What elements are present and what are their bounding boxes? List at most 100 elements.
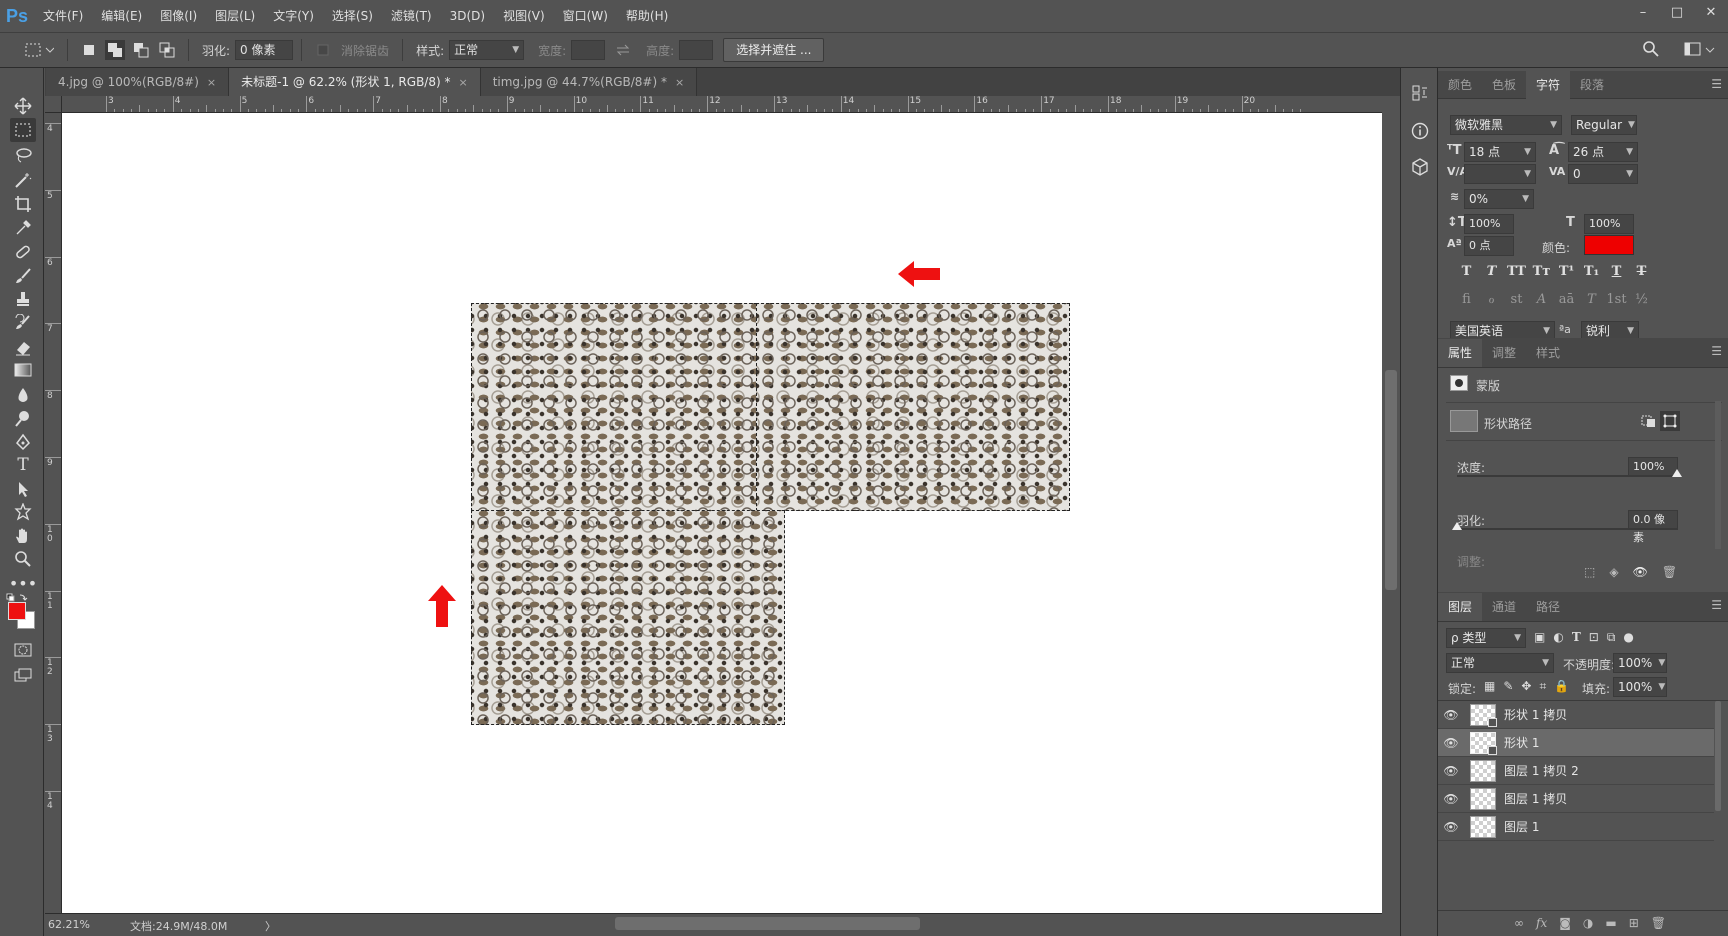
eye-icon[interactable]: 👁 bbox=[1438, 708, 1464, 722]
smart-object-filter-icon[interactable]: ⧉ bbox=[1607, 630, 1616, 645]
gradient-tool-icon[interactable] bbox=[10, 358, 36, 382]
trash-icon[interactable]: 🗑 bbox=[1662, 565, 1677, 579]
pen-tool-icon[interactable] bbox=[10, 430, 36, 454]
contextual-alternates-icon[interactable]: ℴ bbox=[1481, 292, 1502, 307]
pattern-tile-bottom[interactable] bbox=[471, 510, 785, 725]
blend-mode-select[interactable]: 正常 ▼ bbox=[1446, 653, 1554, 673]
menu-image[interactable]: 图像(I) bbox=[151, 0, 206, 32]
clone-stamp-tool-icon[interactable] bbox=[10, 287, 36, 311]
ligature-icon[interactable]: fi bbox=[1456, 292, 1477, 307]
lasso-tool-icon[interactable] bbox=[10, 143, 36, 167]
path-selection-tool-icon[interactable] bbox=[10, 477, 36, 501]
filter-toggle-icon[interactable]: ● bbox=[1623, 630, 1633, 645]
healing-brush-tool-icon[interactable] bbox=[10, 240, 36, 264]
swap-dimensions-icon[interactable] bbox=[613, 40, 633, 60]
marquee-preset-icon[interactable] bbox=[22, 40, 56, 60]
titling-alternates-icon[interactable]: T bbox=[1581, 292, 1602, 307]
small-caps-icon[interactable]: Tт bbox=[1531, 264, 1552, 279]
leading-select[interactable]: 26 点 ▼ bbox=[1568, 142, 1638, 162]
lock-transparent-icon[interactable]: ▦ bbox=[1484, 679, 1495, 694]
menu-layer[interactable]: 图层(L) bbox=[206, 0, 264, 32]
density-slider-knob[interactable] bbox=[1672, 469, 1682, 477]
feather-input[interactable]: 0 像素 bbox=[235, 40, 294, 60]
move-tool-icon[interactable] bbox=[10, 94, 36, 118]
tab-paths[interactable]: 路径 bbox=[1526, 593, 1570, 621]
layers-scrollbar[interactable] bbox=[1715, 701, 1721, 811]
height-input[interactable] bbox=[679, 40, 714, 60]
workspace-icon[interactable] bbox=[1684, 40, 1718, 61]
layer-row-selected[interactable]: 👁 形状 1 bbox=[1438, 729, 1714, 757]
eyedropper-tool-icon[interactable] bbox=[10, 216, 36, 240]
doc-tab-active[interactable]: 未标题-1 @ 62.2% (形状 1, RGB/8) * × bbox=[229, 68, 481, 96]
new-selection-icon[interactable] bbox=[79, 40, 99, 60]
eye-icon[interactable]: 👁 bbox=[1438, 736, 1464, 750]
new-layer-icon[interactable]: ⊞ bbox=[1629, 916, 1639, 930]
lock-all-icon[interactable]: 🔒 bbox=[1554, 679, 1569, 694]
layer-row[interactable]: 👁 图层 1 bbox=[1438, 813, 1714, 841]
menu-select[interactable]: 选择(S) bbox=[323, 0, 382, 32]
status-menu-arrow[interactable]: 〉 bbox=[265, 918, 276, 934]
tab-swatches[interactable]: 色板 bbox=[1482, 71, 1526, 99]
maximize-button[interactable]: □ bbox=[1660, 0, 1694, 24]
vertical-scrollbar-thumb[interactable] bbox=[1385, 370, 1397, 590]
mask-icon[interactable]: ◙ bbox=[1559, 916, 1571, 930]
screen-mode-icon[interactable] bbox=[10, 663, 36, 687]
close-button[interactable]: ✕ bbox=[1694, 0, 1728, 24]
folder-icon[interactable]: ▬ bbox=[1605, 916, 1616, 930]
history-panel-icon[interactable] bbox=[1409, 82, 1431, 104]
fractions-icon[interactable]: ½ bbox=[1631, 292, 1652, 307]
proportional-spacing-select[interactable]: 0% ▼ bbox=[1464, 189, 1534, 209]
adjustment-icon[interactable]: ◑ bbox=[1583, 916, 1593, 930]
superscript-icon[interactable]: T¹ bbox=[1556, 264, 1577, 279]
properties-scrollbar[interactable] bbox=[1715, 401, 1721, 549]
search-icon[interactable] bbox=[1642, 40, 1660, 61]
menu-window[interactable]: 窗口(W) bbox=[554, 0, 617, 32]
feather-property-input[interactable]: 0.0 像素 bbox=[1628, 510, 1678, 544]
feather-slider[interactable] bbox=[1457, 528, 1677, 530]
style-select[interactable]: 正常 ▼ bbox=[449, 40, 525, 60]
adjustment-filter-icon[interactable]: ◐ bbox=[1553, 630, 1563, 645]
eye-icon[interactable]: 👁 bbox=[1438, 820, 1464, 834]
panel-menu-icon[interactable]: ☰ bbox=[1711, 77, 1722, 91]
antialias-checkbox[interactable] bbox=[313, 40, 333, 60]
text-color-swatch[interactable] bbox=[1584, 235, 1634, 255]
lock-artboard-icon[interactable]: ⌗ bbox=[1539, 679, 1546, 694]
brush-tool-icon[interactable] bbox=[10, 264, 36, 288]
tab-color[interactable]: 颜色 bbox=[1438, 71, 1482, 99]
hand-tool-icon[interactable] bbox=[10, 524, 36, 548]
shape-filter-icon[interactable]: ⊡ bbox=[1589, 630, 1599, 645]
select-and-mask-button[interactable]: 选择并遮住 ... bbox=[723, 38, 825, 62]
font-family-select[interactable]: 微软雅黑 ▼ bbox=[1450, 115, 1562, 135]
doc-tab[interactable]: timg.jpg @ 44.7%(RGB/8#) * × bbox=[480, 68, 698, 96]
minimize-button[interactable]: – bbox=[1626, 0, 1660, 24]
add-selection-icon[interactable] bbox=[105, 40, 125, 60]
horizontal-scrollbar-thumb[interactable] bbox=[615, 917, 920, 930]
magic-wand-tool-icon[interactable] bbox=[10, 168, 36, 192]
tab-styles[interactable]: 样式 bbox=[1526, 339, 1570, 367]
ordinals-icon[interactable]: 1st bbox=[1606, 292, 1627, 307]
foreground-color-swatch[interactable] bbox=[8, 602, 26, 620]
font-style-select[interactable]: Regular ▼ bbox=[1571, 115, 1637, 135]
doc-tab[interactable]: 4.jpg @ 100%(RGB/8#) × bbox=[46, 68, 230, 96]
type-filter-icon[interactable]: T bbox=[1572, 630, 1581, 645]
fx-icon[interactable]: fx bbox=[1536, 916, 1547, 930]
tab-paragraph[interactable]: 段落 bbox=[1570, 71, 1614, 99]
menu-file[interactable]: 文件(F) bbox=[34, 0, 92, 32]
lock-pixels-icon[interactable]: ✎ bbox=[1503, 679, 1513, 694]
type-tool-icon[interactable]: T bbox=[10, 453, 36, 477]
tab-layers[interactable]: 图层 bbox=[1438, 592, 1483, 621]
opacity-select[interactable]: 100% ▼ bbox=[1613, 653, 1667, 673]
menu-help[interactable]: 帮助(H) bbox=[617, 0, 677, 32]
tab-properties[interactable]: 属性 bbox=[1438, 338, 1483, 367]
menu-3d[interactable]: 3D(D) bbox=[441, 0, 494, 32]
layer-row[interactable]: 👁 图层 1 拷贝 2 bbox=[1438, 757, 1714, 785]
subtract-selection-icon[interactable] bbox=[131, 40, 151, 60]
strikethrough-icon[interactable]: T bbox=[1631, 264, 1652, 279]
zoom-tool-icon[interactable] bbox=[10, 547, 36, 571]
image-filter-icon[interactable]: ▣ bbox=[1534, 630, 1545, 645]
underline-icon[interactable]: T bbox=[1606, 264, 1627, 279]
layer-filter-select[interactable]: ρ 类型 ▼ bbox=[1446, 628, 1526, 648]
panel-menu-icon[interactable]: ☰ bbox=[1711, 344, 1722, 358]
trash-icon[interactable]: 🗑 bbox=[1651, 916, 1666, 930]
baseline-shift-input[interactable]: 0 点 bbox=[1464, 236, 1514, 256]
